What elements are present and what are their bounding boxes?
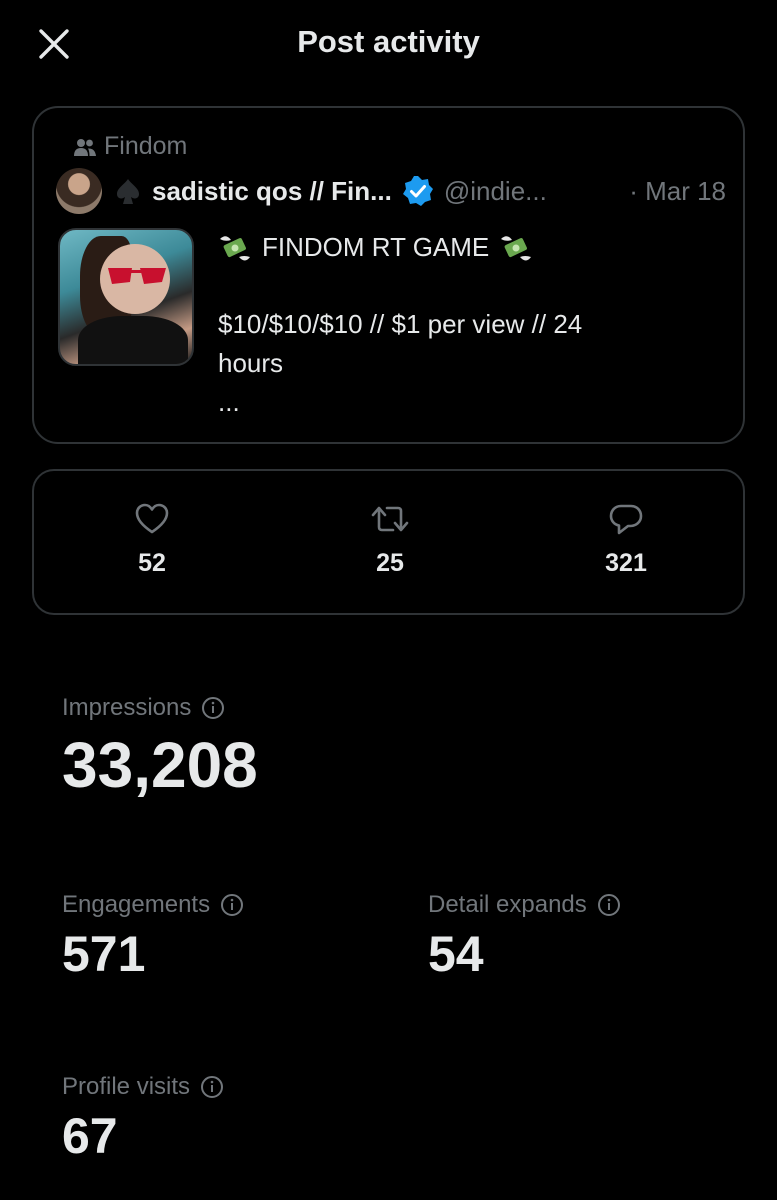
avatar[interactable] [56,168,102,214]
money-with-wings-icon [501,235,532,260]
reposts-count: 25 [376,549,404,577]
detail-expands-label-row: Detail expands [428,891,621,919]
post-author-row: sadistic qos // Fin... @indie... · Mar 1… [56,168,726,214]
people-icon [74,138,96,156]
likes-stat[interactable]: 52 [92,503,212,578]
info-icon[interactable] [597,893,621,917]
heart-icon [135,503,169,534]
detail-expands-value: 54 [428,926,484,982]
impressions-label: Impressions [62,694,192,721]
verified-badge-icon [402,176,433,206]
post-text-line: FINDOM RT GAME [218,228,718,267]
impressions-value: 33,208 [62,729,258,801]
info-icon[interactable] [200,1075,224,1099]
post-text-line: $10/$10/$10 // $1 per view // 24 [218,309,583,339]
engagements-label-row: Engagements [62,891,244,919]
engagements-value: 571 [62,926,146,982]
money-with-wings-icon [220,235,250,260]
reposts-stat[interactable]: 25 [330,503,450,578]
community-name: Findom [104,132,188,160]
post-date[interactable]: · Mar 18 [629,176,726,207]
header: Post activity [0,0,777,88]
repost-icon [371,506,409,532]
likes-count: 52 [138,549,166,577]
page-title: Post activity [297,24,480,59]
post-media-thumbnail[interactable] [58,228,194,366]
impressions-label-row: Impressions [62,694,258,722]
user-handle[interactable]: @indie... [444,176,547,207]
profile-visits-value: 67 [62,1108,118,1164]
post-card[interactable]: Findom sadistic qos // Fin... @indie... … [32,106,745,444]
engagement-stats-card: 52 25 321 [32,469,745,615]
thumbnail-top [78,316,188,364]
display-name[interactable]: sadistic qos // Fin... [152,176,392,207]
post-text-more: ... [218,387,240,417]
replies-count: 321 [605,549,647,577]
post-text-spacer [218,267,718,305]
profile-visits-label: Profile visits [62,1073,191,1100]
post-text-line: hours [218,348,284,378]
impressions-metric: Impressions 33,208 [62,694,258,802]
profile-visits-label-row: Profile visits [62,1073,224,1101]
thumbnail-glasses [108,268,166,284]
post-text-headline: FINDOM RT GAME [262,232,490,262]
engagements-label: Engagements [62,891,211,918]
spade-icon [117,179,139,204]
detail-expands-metric: Detail expands 54 [428,891,621,983]
info-icon[interactable] [220,893,244,917]
replies-stat[interactable]: 321 [566,503,686,578]
reply-icon [609,504,643,535]
post-text: FINDOM RT GAME $10/$10/$10 // $1 per vie… [218,228,718,422]
engagements-metric: Engagements 571 [62,891,244,983]
detail-expands-label: Detail expands [428,891,587,918]
community-label[interactable]: Findom [74,132,187,161]
info-icon[interactable] [201,696,225,720]
profile-visits-metric: Profile visits 67 [62,1073,224,1165]
